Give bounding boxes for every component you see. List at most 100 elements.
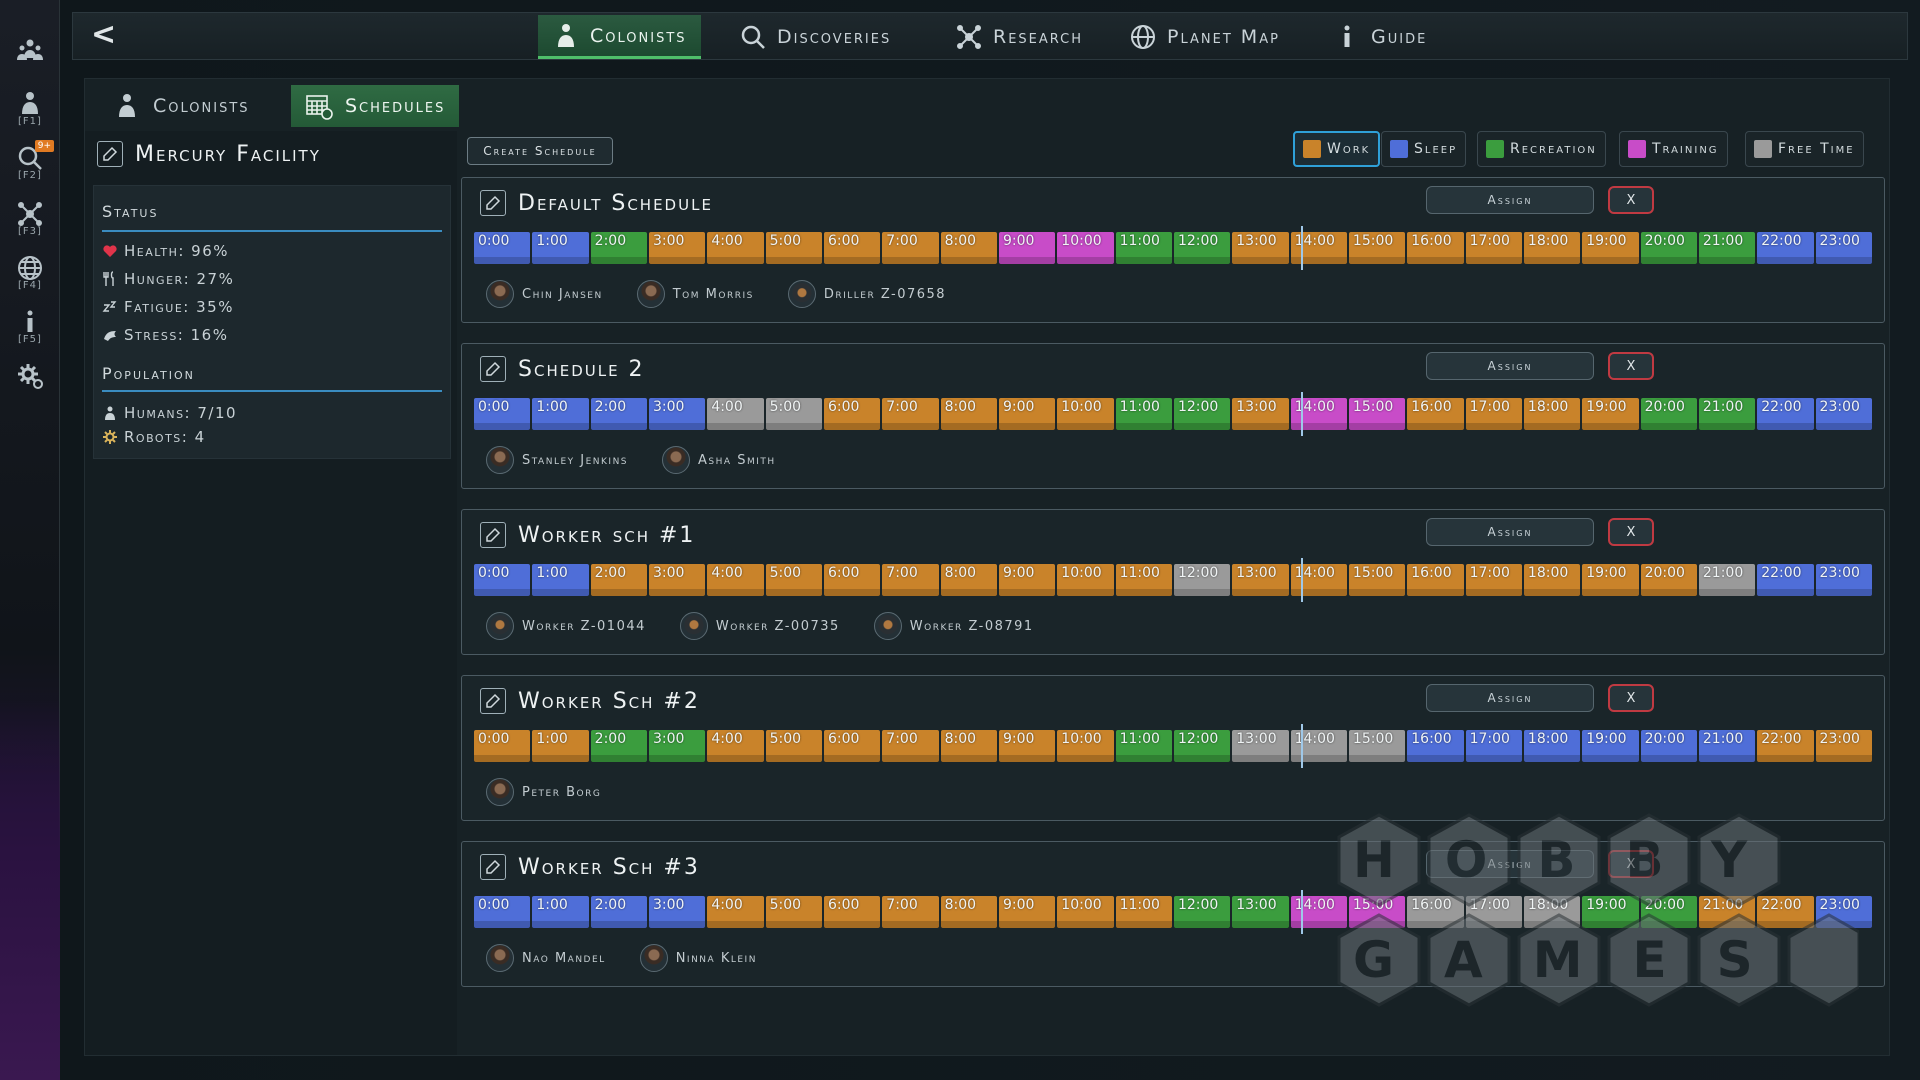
assign-button[interactable]: Assign	[1426, 352, 1594, 380]
hour-cell-recreation[interactable]: 20:00	[1640, 232, 1698, 264]
member-item[interactable]: Stanley Jenkins	[486, 444, 628, 476]
hour-cell-training[interactable]: 9:00	[998, 232, 1056, 264]
hour-cell-free-time[interactable]: 4:00	[707, 398, 764, 430]
colonists-icon[interactable]: [F1]	[8, 86, 52, 130]
hour-cell-sleep[interactable]: 1:00	[532, 564, 589, 596]
hour-cell-work[interactable]: 10:00	[1057, 730, 1114, 762]
assign-button[interactable]: Assign	[1426, 684, 1594, 712]
subtab-colonists[interactable]: Colonists	[99, 85, 264, 127]
hour-cell-recreation[interactable]: 21:00	[1698, 398, 1756, 430]
hour-cell-sleep[interactable]: 18:00	[1523, 730, 1581, 762]
edit-icon[interactable]	[480, 688, 506, 714]
hour-cell-work[interactable]: 14:00	[1290, 232, 1348, 264]
hour-cell-sleep[interactable]: 21:00	[1698, 730, 1756, 762]
hour-cell-work[interactable]: 19:00	[1582, 564, 1639, 596]
hour-cell-training[interactable]: 15:00	[1348, 398, 1406, 430]
hour-cell-work[interactable]: 1:00	[532, 730, 589, 762]
member-item[interactable]: Tom Morris	[636, 278, 754, 310]
hour-cell-recreation[interactable]: 21:00	[1698, 232, 1756, 264]
edit-icon[interactable]	[480, 356, 506, 382]
hour-cell-training[interactable]: 10:00	[1057, 232, 1114, 264]
colonies-icon[interactable]	[8, 28, 52, 72]
hour-cell-sleep[interactable]: 1:00	[532, 398, 589, 430]
hour-cell-sleep[interactable]: 2:00	[590, 398, 648, 430]
hour-cell-work[interactable]: 6:00	[823, 730, 881, 762]
assign-button[interactable]: Assign	[1426, 186, 1594, 214]
hour-cell-sleep[interactable]: 20:00	[1640, 730, 1698, 762]
hour-cell-work[interactable]: 3:00	[648, 232, 706, 264]
hour-cell-work[interactable]: 7:00	[882, 232, 939, 264]
hour-cell-sleep[interactable]: 3:00	[648, 896, 706, 928]
hour-cell-work[interactable]: 7:00	[882, 564, 939, 596]
hour-cell-work[interactable]: 18:00	[1523, 564, 1581, 596]
hour-cell-sleep[interactable]: 22:00	[1757, 232, 1814, 264]
member-item[interactable]: Chin Jansen	[486, 278, 603, 310]
hour-cell-recreation[interactable]: 11:00	[1115, 232, 1173, 264]
tab-planet-map[interactable]: Planet Map	[1115, 15, 1294, 59]
hour-cell-recreation[interactable]: 12:00	[1173, 232, 1231, 264]
legend-work[interactable]: Work	[1293, 131, 1381, 167]
legend-free-time[interactable]: Free Time	[1745, 131, 1864, 167]
subtab-schedules[interactable]: Schedules	[291, 85, 460, 127]
settings-icon[interactable]	[8, 354, 52, 398]
hour-cell-work[interactable]: 15:00	[1348, 232, 1406, 264]
member-item[interactable]: Worker Z-00735	[679, 610, 840, 642]
hour-cell-work[interactable]: 6:00	[823, 232, 881, 264]
hour-cell-sleep[interactable]: 16:00	[1407, 730, 1464, 762]
delete-schedule-button[interactable]: X	[1608, 684, 1654, 712]
member-item[interactable]: Worker Z-08791	[873, 610, 1034, 642]
hour-cell-work[interactable]: 20:00	[1640, 564, 1698, 596]
hour-cell-sleep[interactable]: 22:00	[1757, 564, 1814, 596]
hour-cell-work[interactable]: 23:00	[1815, 730, 1873, 762]
hour-cell-recreation[interactable]: 11:00	[1115, 730, 1173, 762]
guide-icon[interactable]: [F5]	[8, 304, 52, 348]
edit-icon[interactable]	[97, 141, 123, 167]
assign-button[interactable]: Assign	[1426, 518, 1594, 546]
hour-cell-sleep[interactable]: 0:00	[474, 232, 531, 264]
hour-cell-recreation[interactable]: 20:00	[1640, 398, 1698, 430]
hour-cell-work[interactable]: 3:00	[648, 564, 706, 596]
hour-cell-sleep[interactable]: 23:00	[1815, 232, 1873, 264]
edit-icon[interactable]	[480, 522, 506, 548]
delete-schedule-button[interactable]: X	[1608, 518, 1654, 546]
hour-cell-work[interactable]: 9:00	[998, 564, 1056, 596]
hour-cell-work[interactable]: 10:00	[1057, 896, 1114, 928]
hour-cell-work[interactable]: 17:00	[1465, 398, 1523, 430]
hour-cell-sleep[interactable]: 23:00	[1815, 398, 1873, 430]
discoveries-icon[interactable]: [F2] 9+	[8, 140, 54, 184]
member-item[interactable]: Worker Z-01044	[486, 610, 646, 642]
hour-cell-work[interactable]: 16:00	[1407, 398, 1464, 430]
hour-cell-work[interactable]: 4:00	[707, 564, 764, 596]
hour-cell-work[interactable]: 13:00	[1232, 232, 1289, 264]
hour-cell-work[interactable]: 9:00	[998, 730, 1056, 762]
hour-cell-work[interactable]: 5:00	[765, 730, 823, 762]
hour-cell-work[interactable]: 9:00	[998, 896, 1056, 928]
hour-cell-work[interactable]: 4:00	[707, 232, 764, 264]
hour-cell-work[interactable]: 6:00	[823, 398, 881, 430]
tab-colonists[interactable]: Colonists	[538, 15, 701, 59]
hour-cell-work[interactable]: 10:00	[1057, 398, 1114, 430]
member-item[interactable]: Nao Mandel	[486, 942, 606, 974]
hour-cell-free-time[interactable]: 12:00	[1173, 564, 1231, 596]
hour-cell-work[interactable]: 19:00	[1582, 398, 1639, 430]
hour-cell-recreation[interactable]: 12:00	[1173, 896, 1231, 928]
hour-cell-work[interactable]: 7:00	[882, 896, 939, 928]
hour-cell-work[interactable]: 8:00	[940, 730, 998, 762]
hour-cell-work[interactable]: 4:00	[707, 730, 764, 762]
legend-sleep[interactable]: Sleep	[1381, 131, 1467, 167]
hour-cell-work[interactable]: 6:00	[823, 896, 881, 928]
hour-cell-work[interactable]: 2:00	[590, 564, 648, 596]
hour-cell-sleep[interactable]: 0:00	[474, 564, 531, 596]
hour-cell-work[interactable]: 6:00	[823, 564, 881, 596]
hour-cell-sleep[interactable]: 23:00	[1815, 564, 1873, 596]
hour-cell-work[interactable]: 19:00	[1582, 232, 1639, 264]
hour-cell-free-time[interactable]: 15:00	[1348, 730, 1406, 762]
back-button[interactable]: <	[91, 20, 121, 51]
planet-map-icon[interactable]: [F4]	[8, 250, 52, 294]
hour-cell-recreation[interactable]: 2:00	[590, 232, 648, 264]
hour-cell-work[interactable]: 5:00	[765, 564, 823, 596]
hour-cell-work[interactable]: 4:00	[707, 896, 764, 928]
tab-discoveries[interactable]: Discoveries	[725, 15, 905, 59]
member-item[interactable]: Driller Z-07658	[787, 278, 946, 310]
hour-cell-work[interactable]: 17:00	[1465, 564, 1523, 596]
